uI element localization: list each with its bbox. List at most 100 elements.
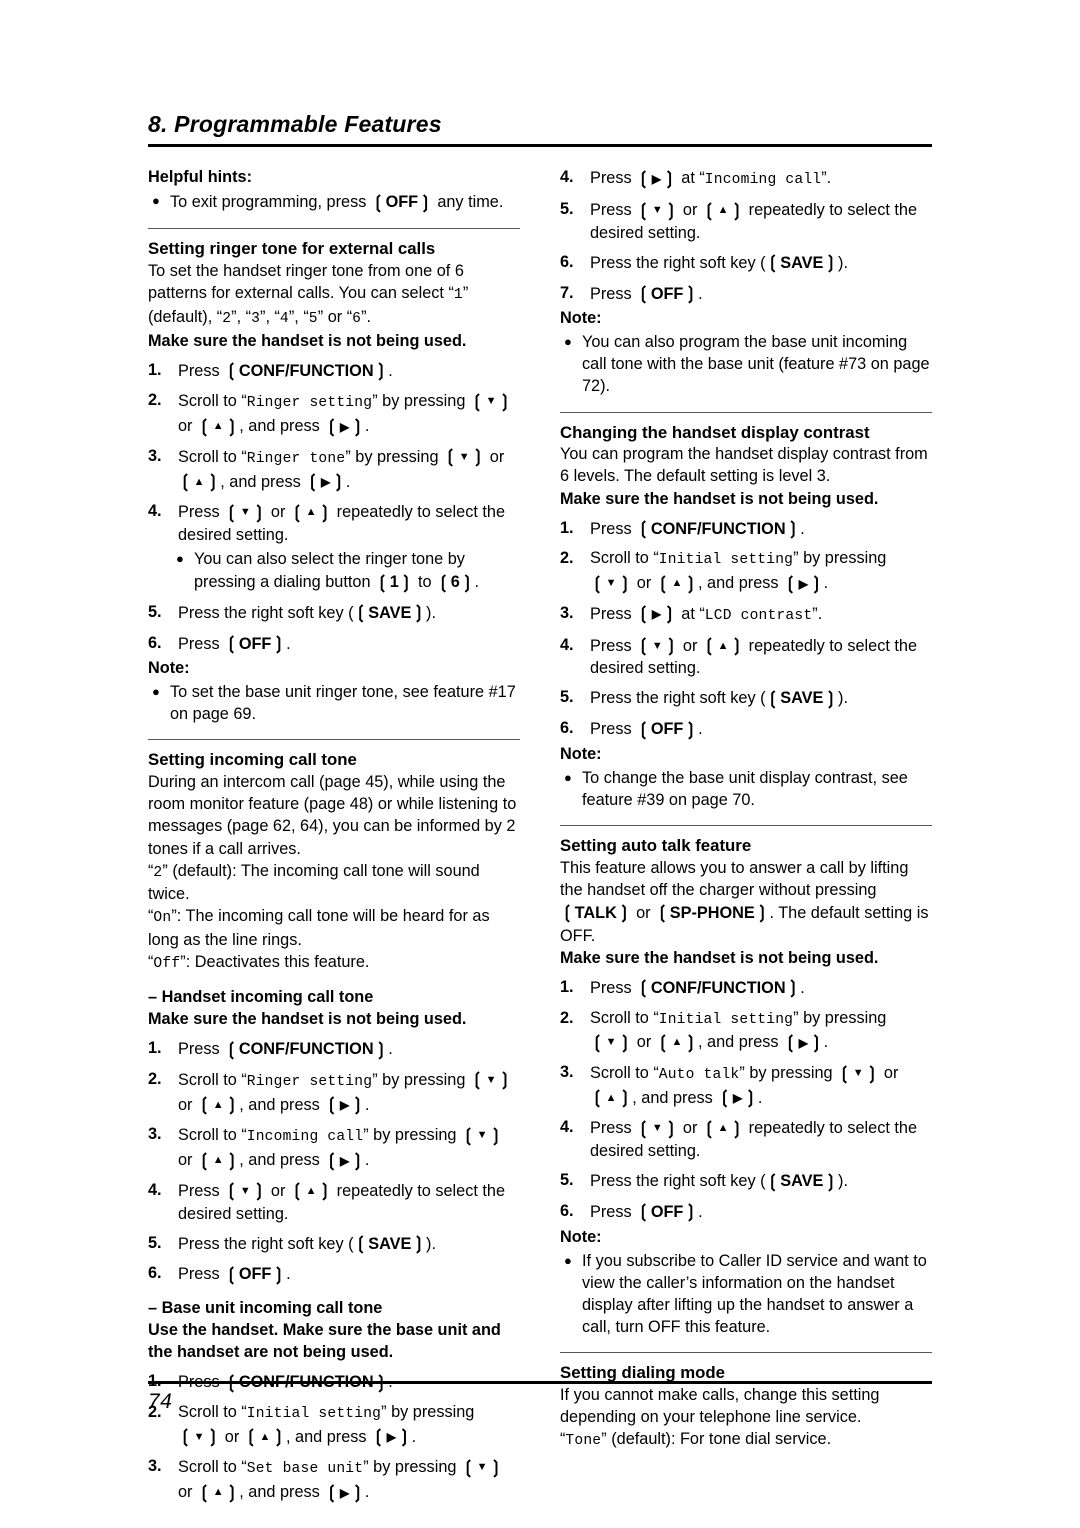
- section-divider: [560, 411, 932, 413]
- step-text: Scroll to “Initial setting” by pressing …: [178, 1402, 475, 1447]
- key-save: ❲SAVE❳: [353, 1233, 427, 1254]
- key-digit-1: ❲1❳: [375, 571, 414, 592]
- step-text: Scroll to “Initial setting” by pressing …: [590, 549, 887, 593]
- step-text: Press ❲CONF/FUNCTION❳.: [590, 518, 805, 539]
- key-conf-function: ❲CONF/FUNCTION❳: [224, 360, 389, 381]
- section-auto-talk: Setting auto talk feature This feature a…: [560, 835, 932, 1338]
- base-tone-step-7: 7. Press ❲OFF❳.: [560, 282, 932, 306]
- key-save: ❲SAVE❳: [765, 687, 839, 708]
- ringer-tone-step-4: 4. Press ❲▼❳ or ❲▲❳ repeatedly to select…: [148, 500, 520, 546]
- arrow-right-icon: ▶: [340, 1153, 350, 1168]
- key-down-arrow: ❲▼❳: [590, 572, 633, 593]
- key-up-arrow: ❲▲❳: [590, 1087, 633, 1108]
- step-text: Press ❲▼❳ or ❲▲❳ repeatedly to select th…: [590, 1117, 918, 1161]
- chapter-title: 8. Programmable Features: [148, 111, 442, 137]
- key-up-arrow: ❲▲❳: [289, 1180, 333, 1201]
- ringer-tone-note-title: Note:: [148, 659, 190, 678]
- arrow-up-icon: ▲: [212, 1154, 224, 1167]
- step-text: Scroll to “Initial setting” by pressing …: [590, 1008, 887, 1052]
- step-number: 6.: [560, 719, 574, 738]
- step-number: 3.: [148, 1125, 162, 1144]
- two-column-body: Helpful hints: ● To exit programming, pr…: [148, 166, 932, 1502]
- step-number: 3.: [148, 446, 162, 465]
- ringer-tone-step-6: 6. Press ❲OFF❳.: [148, 632, 520, 656]
- arrow-right-icon: ▶: [798, 576, 808, 591]
- step-number: 1.: [560, 518, 574, 537]
- key-conf-function: ❲CONF/FUNCTION❳: [636, 518, 801, 539]
- key-down-arrow: ❲▼❳: [590, 1031, 633, 1052]
- arrow-down-icon: ▼: [476, 1461, 488, 1474]
- lcd-text: Incoming call: [246, 1129, 364, 1146]
- section-ringer-tone: Setting ringer tone for external calls T…: [148, 238, 520, 725]
- step-text: Scroll to “Ringer setting” by pressing ❲…: [178, 1069, 513, 1115]
- step-text: Scroll to “Auto talk” by pressing ❲▼❳ or…: [590, 1062, 899, 1108]
- ringer-tone-note-bullet: ● To set the base unit ringer tone, see …: [148, 681, 520, 725]
- lcd-text: Initial setting: [658, 1011, 794, 1028]
- arrow-down-icon: ▼: [193, 1430, 205, 1443]
- note-text: To set the base unit ringer tone, see fe…: [170, 683, 516, 724]
- key-down-arrow: ❲▼❳: [636, 199, 679, 220]
- step-number: 2.: [148, 1069, 162, 1088]
- step-number: 5.: [148, 1233, 162, 1252]
- handset-tone-step-2: 2. Scroll to “Ringer setting” by pressin…: [148, 1068, 520, 1116]
- arrow-right-icon: ▶: [651, 607, 662, 622]
- key-save: ❲SAVE❳: [353, 602, 427, 623]
- base-precondition: Use the handset. Make sure the base unit…: [148, 1321, 501, 1362]
- base-tone-step-3: 3. Scroll to “Set base unit” by pressing…: [148, 1455, 520, 1503]
- dialing-mode-intro: If you cannot make calls, change this se…: [560, 1385, 880, 1426]
- section-title-ringer-tone: Setting ringer tone for external calls: [148, 239, 436, 259]
- key-off: ❲OFF❳: [636, 718, 699, 739]
- arrow-down-icon: ▼: [476, 1129, 488, 1142]
- key-down-arrow: ❲▼❳: [469, 390, 513, 411]
- arrow-right-icon: ▶: [732, 1091, 743, 1106]
- ringer-tone-intro: To set the handset ringer tone from one …: [148, 261, 469, 327]
- step-number: 1.: [560, 977, 574, 996]
- step-text: Press ❲OFF❳.: [590, 1201, 703, 1222]
- key-down-arrow: ❲▼❳: [636, 635, 679, 656]
- handset-tone-step-4: 4. Press ❲▼❳ or ❲▲❳ repeatedly to select…: [148, 1179, 520, 1225]
- header-divider: [148, 144, 932, 148]
- arrow-down-icon: ▼: [485, 1073, 497, 1086]
- step-number: 7.: [560, 283, 574, 302]
- section-divider: [560, 824, 932, 826]
- step-number: 3.: [560, 603, 574, 622]
- arrow-up-icon: ▲: [605, 1091, 617, 1104]
- auto-talk-note-title: Note:: [560, 1227, 602, 1246]
- key-down-arrow: ❲▼❳: [443, 446, 486, 467]
- lcd-text: Initial setting: [658, 552, 794, 569]
- bullet-icon: ●: [564, 1252, 572, 1268]
- step-text: Press the right soft key (❲SAVE❳).: [590, 252, 848, 273]
- ringer-tone-step-2: 2. Scroll to “Ringer setting” by pressin…: [148, 389, 520, 437]
- arrow-right-icon: ▶: [320, 475, 331, 490]
- key-right-arrow: ❲▶❳: [305, 471, 346, 492]
- key-up-arrow: ❲▲❳: [655, 1031, 698, 1052]
- step-number: 5.: [560, 1171, 574, 1190]
- section-title-display-contrast: Changing the handset display contrast: [560, 422, 870, 442]
- key-down-arrow: ❲▼❳: [636, 1117, 679, 1138]
- handset-precondition: Make sure the handset is not being used.: [148, 1010, 467, 1029]
- arrow-down-icon: ▼: [458, 450, 470, 463]
- section-title-incoming-call-tone: Setting incoming call tone: [148, 750, 357, 770]
- key-down-arrow: ❲▼❳: [469, 1069, 513, 1090]
- arrow-up-icon: ▲: [717, 1122, 729, 1135]
- display-contrast-step-5: 5. Press the right soft key (❲SAVE❳).: [560, 686, 932, 710]
- incoming-call-tone-option-on: “On”: The incoming call tone will be hea…: [148, 907, 490, 950]
- bullet-text: You can also select the ringer tone by p…: [194, 550, 480, 592]
- base-tone-continued: 4. Press ❲▶❳ at “Incoming call”. 5. Pres…: [560, 166, 932, 397]
- lcd-text: Incoming call: [704, 172, 822, 189]
- arrow-up-icon: ▲: [671, 577, 683, 590]
- display-contrast-step-6: 6. Press ❲OFF❳.: [560, 717, 932, 741]
- helpful-hints-bullet-text: To exit programming, press ❲OFF❳ any tim…: [170, 191, 504, 212]
- dialing-mode-option-tone: “Tone” (default): For tone dial service.: [560, 1430, 832, 1450]
- step-text: Press ❲CONF/FUNCTION❳.: [178, 360, 393, 381]
- key-off: ❲OFF❳: [370, 191, 433, 212]
- key-conf-function: ❲CONF/FUNCTION❳: [636, 977, 801, 998]
- left-column: Helpful hints: ● To exit programming, pr…: [148, 166, 520, 1502]
- helpful-hints-bullet: ● To exit programming, press ❲OFF❳ any t…: [148, 190, 520, 214]
- base-tone-step-4: 4. Press ❲▶❳ at “Incoming call”.: [560, 166, 932, 191]
- lcd-text: LCD contrast: [704, 607, 813, 624]
- key-conf-function: ❲CONF/FUNCTION❳: [224, 1038, 389, 1059]
- handset-tone-step-5: 5. Press the right soft key (❲SAVE❳).: [148, 1232, 520, 1256]
- arrow-down-icon: ▼: [605, 577, 617, 590]
- arrow-down-icon: ▼: [852, 1067, 864, 1079]
